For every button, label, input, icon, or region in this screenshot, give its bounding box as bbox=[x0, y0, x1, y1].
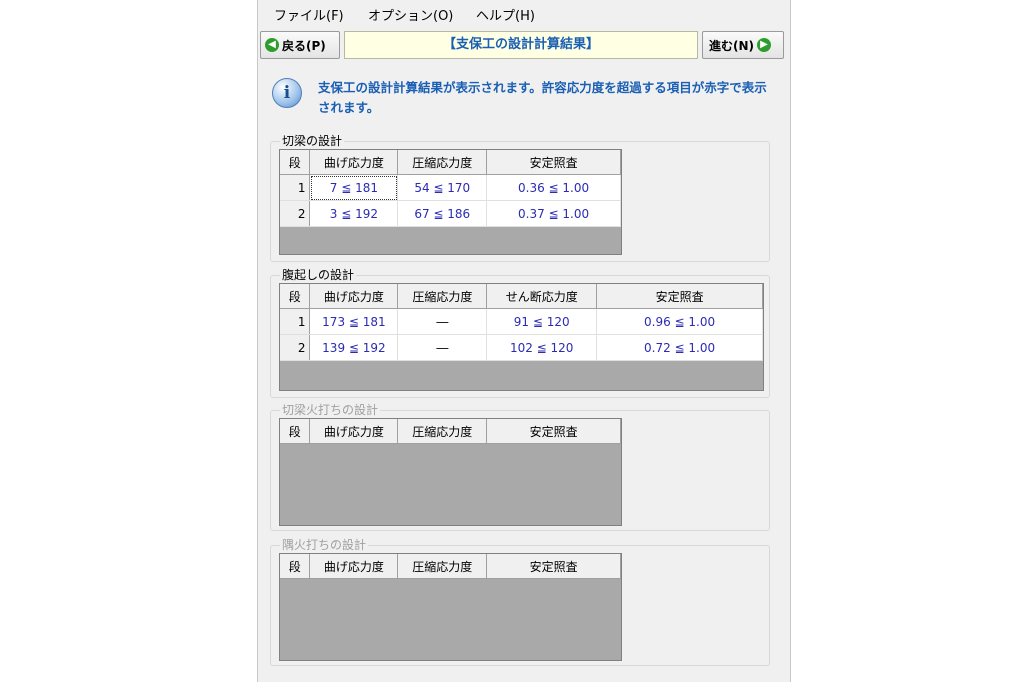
cell[interactable]: 54 ≦ 170 bbox=[397, 174, 488, 201]
col-header[interactable]: 段 bbox=[280, 554, 311, 579]
cell[interactable]: 0.36 ≦ 1.00 bbox=[486, 174, 621, 201]
cell[interactable]: 67 ≦ 186 bbox=[397, 200, 488, 227]
row-header[interactable]: 2 bbox=[280, 334, 311, 361]
table-row[interactable]: 1 7 ≦ 181 54 ≦ 170 0.36 ≦ 1.00 bbox=[280, 174, 621, 201]
col-header[interactable]: 圧縮応力度 bbox=[397, 284, 488, 309]
col-header[interactable]: 圧縮応力度 bbox=[397, 554, 488, 579]
col-header[interactable]: 安定照査 bbox=[596, 284, 763, 309]
row-header[interactable]: 1 bbox=[280, 308, 311, 335]
col-header[interactable]: 曲げ応力度 bbox=[309, 419, 399, 444]
col-header[interactable]: せん断応力度 bbox=[486, 284, 598, 309]
back-arrow-icon: ◀ bbox=[265, 38, 279, 52]
section-sumi-hiuchi: 隅火打ちの設計 段 曲げ応力度 圧縮応力度 安定照査 bbox=[270, 538, 770, 666]
col-header[interactable]: 安定照査 bbox=[486, 554, 621, 579]
cell[interactable]: 102 ≦ 120 bbox=[486, 334, 598, 361]
col-header[interactable]: 曲げ応力度 bbox=[309, 554, 399, 579]
info-text: 支保工の設計計算結果が表示されます。許容応力度を超過する項目が赤字で表示されます… bbox=[318, 80, 767, 115]
info-icon: i bbox=[272, 78, 302, 108]
header-row: 段 曲げ応力度 圧縮応力度 せん断応力度 安定照査 bbox=[280, 284, 763, 309]
row-header[interactable]: 1 bbox=[280, 174, 311, 201]
grid-haraokoshi[interactable]: 段 曲げ応力度 圧縮応力度 せん断応力度 安定照査 1 173 ≦ 181 ― … bbox=[279, 283, 764, 391]
cell[interactable]: 173 ≦ 181 bbox=[309, 308, 399, 335]
menu-file[interactable]: ファイル(F) bbox=[274, 5, 344, 24]
col-header[interactable]: 安定照査 bbox=[486, 419, 621, 444]
table-row[interactable]: 2 139 ≦ 192 ― 102 ≦ 120 0.72 ≦ 1.00 bbox=[280, 334, 763, 361]
menu-options[interactable]: オプション(O) bbox=[368, 5, 453, 24]
cell[interactable]: 7 ≦ 181 bbox=[309, 174, 399, 201]
section-haraokoshi: 腹起しの設計 段 曲げ応力度 圧縮応力度 せん断応力度 安定照査 1 173 ≦… bbox=[270, 268, 770, 398]
nav-bar: ◀ 戻る(P) 【支保工の設計計算結果】 進む(N) ▶ bbox=[258, 28, 790, 62]
cell[interactable]: 0.72 ≦ 1.00 bbox=[596, 334, 763, 361]
cell[interactable]: 91 ≦ 120 bbox=[486, 308, 598, 335]
back-label: 戻る(P) bbox=[282, 38, 326, 53]
header-row: 段 曲げ応力度 圧縮応力度 安定照査 bbox=[280, 554, 621, 579]
section-title: 切梁火打ちの設計 bbox=[280, 403, 381, 417]
section-title: 腹起しの設計 bbox=[280, 268, 357, 282]
cell[interactable]: ― bbox=[397, 334, 488, 361]
section-kiribari-hiuchi: 切梁火打ちの設計 段 曲げ応力度 圧縮応力度 安定照査 bbox=[270, 403, 770, 531]
cell[interactable]: ― bbox=[397, 308, 488, 335]
col-header[interactable]: 圧縮応力度 bbox=[397, 419, 488, 444]
col-header[interactable]: 段 bbox=[280, 150, 311, 175]
next-button[interactable]: 進む(N) ▶ bbox=[702, 31, 784, 59]
next-label: 進む(N) bbox=[709, 38, 755, 53]
header-row: 段 曲げ応力度 圧縮応力度 安定照査 bbox=[280, 150, 621, 175]
grid-kiribari-hiuchi[interactable]: 段 曲げ応力度 圧縮応力度 安定照査 bbox=[279, 418, 622, 526]
cell[interactable]: 139 ≦ 192 bbox=[309, 334, 399, 361]
table-row[interactable]: 2 3 ≦ 192 67 ≦ 186 0.37 ≦ 1.00 bbox=[280, 200, 621, 227]
col-header[interactable]: 曲げ応力度 bbox=[309, 284, 399, 309]
section-title: 切梁の設計 bbox=[280, 134, 345, 148]
grid-sumi-hiuchi[interactable]: 段 曲げ応力度 圧縮応力度 安定照査 bbox=[279, 553, 622, 661]
col-header[interactable]: 圧縮応力度 bbox=[397, 150, 488, 175]
page-title: 【支保工の設計計算結果】 bbox=[344, 31, 698, 59]
next-arrow-icon: ▶ bbox=[757, 38, 772, 52]
col-header[interactable]: 安定照査 bbox=[486, 150, 621, 175]
back-button[interactable]: ◀ 戻る(P) bbox=[260, 31, 340, 59]
col-header[interactable]: 段 bbox=[280, 419, 311, 444]
menu-help[interactable]: ヘルプ(H) bbox=[476, 5, 535, 24]
header-row: 段 曲げ応力度 圧縮応力度 安定照査 bbox=[280, 419, 621, 444]
cell[interactable]: 3 ≦ 192 bbox=[309, 200, 399, 227]
menu-bar: ファイル(F) オプション(O) ヘルプ(H) bbox=[258, 0, 790, 27]
row-header[interactable]: 2 bbox=[280, 200, 311, 227]
table-row[interactable]: 1 173 ≦ 181 ― 91 ≦ 120 0.96 ≦ 1.00 bbox=[280, 308, 763, 335]
app-window: ファイル(F) オプション(O) ヘルプ(H) ◀ 戻る(P) 【支保工の設計計… bbox=[257, 0, 791, 682]
section-title: 隅火打ちの設計 bbox=[280, 538, 369, 552]
section-kiribari: 切梁の設計 段 曲げ応力度 圧縮応力度 安定照査 1 7 ≦ 181 54 ≦ … bbox=[270, 134, 770, 262]
col-header[interactable]: 曲げ応力度 bbox=[309, 150, 399, 175]
grid-kiribari[interactable]: 段 曲げ応力度 圧縮応力度 安定照査 1 7 ≦ 181 54 ≦ 170 0.… bbox=[279, 149, 622, 255]
cell[interactable]: 0.37 ≦ 1.00 bbox=[486, 200, 621, 227]
cell[interactable]: 0.96 ≦ 1.00 bbox=[596, 308, 763, 335]
col-header[interactable]: 段 bbox=[280, 284, 311, 309]
